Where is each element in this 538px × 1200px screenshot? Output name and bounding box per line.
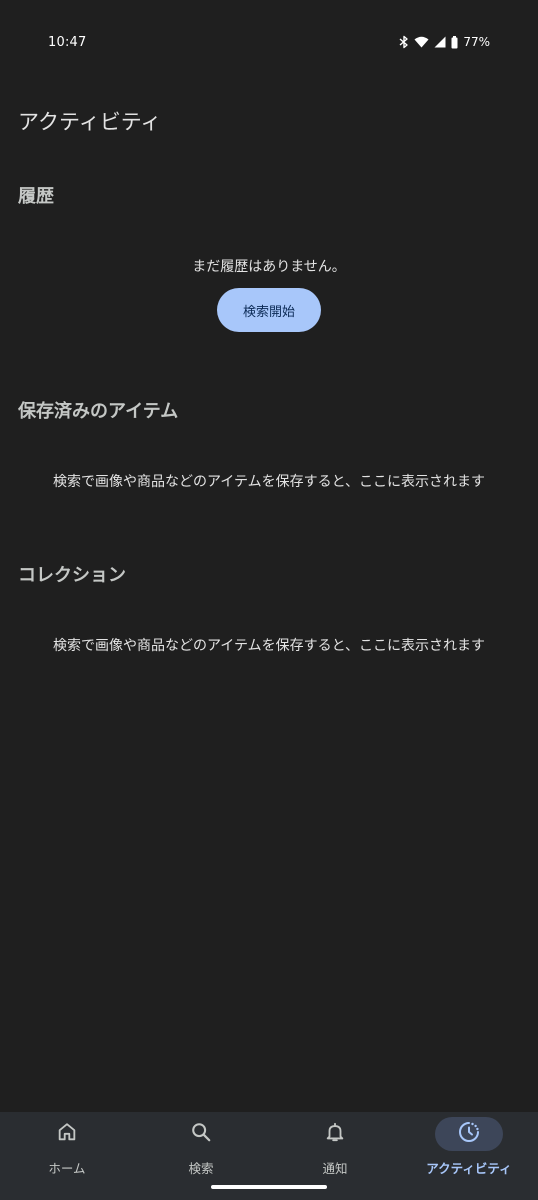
- nav-label-home: ホーム: [48, 1161, 86, 1176]
- battery-percentage: 77%: [463, 35, 490, 49]
- bluetooth-icon: [399, 35, 409, 49]
- saved-items-empty-text: 検索で画像や商品などのアイテムを保存すると、ここに表示されます: [52, 474, 486, 490]
- signal-icon: [434, 36, 446, 48]
- wifi-icon: [414, 36, 429, 48]
- start-search-button[interactable]: 検索開始: [217, 288, 321, 332]
- nav-item-home[interactable]: ホーム: [0, 1112, 134, 1188]
- collections-empty-text: 検索で画像や商品などのアイテムを保存すると、ここに表示されます: [52, 638, 486, 654]
- activity-icon: [457, 1120, 481, 1148]
- saved-items-section-title: 保存済みのアイテム: [18, 401, 179, 422]
- nav-item-notifications[interactable]: 通知: [268, 1112, 402, 1188]
- history-empty-text: まだ履歴はありません。: [192, 259, 346, 275]
- battery-icon: [451, 35, 458, 49]
- home-indicator[interactable]: [211, 1185, 327, 1189]
- bell-icon: [324, 1121, 346, 1147]
- history-section-title: 履歴: [18, 186, 54, 207]
- nav-label-notifications: 通知: [322, 1161, 348, 1176]
- nav-item-search[interactable]: 検索: [134, 1112, 268, 1188]
- status-bar: 10:47 77%: [0, 0, 538, 86]
- nav-label-search: 検索: [188, 1161, 214, 1176]
- search-icon: [190, 1121, 212, 1147]
- collections-section-title: コレクション: [18, 565, 126, 586]
- home-icon: [56, 1121, 78, 1147]
- status-icons: 77%: [399, 34, 490, 50]
- page-title: アクティビティ: [18, 110, 162, 134]
- nav-item-activity[interactable]: アクティビティ: [402, 1112, 536, 1188]
- nav-label-activity: アクティビティ: [426, 1161, 512, 1176]
- status-time: 10:47: [48, 35, 87, 50]
